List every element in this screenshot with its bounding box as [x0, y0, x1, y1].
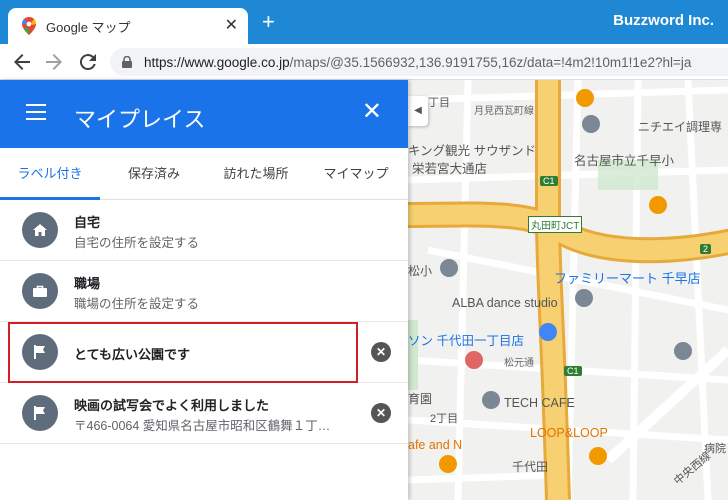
tab-title: Google マップ: [46, 19, 131, 35]
place-name: 映画の試写会でよく利用しました: [74, 398, 270, 413]
home-icon: [22, 212, 58, 248]
map-label: 松元通: [504, 358, 534, 369]
window-label: Buzzword Inc.: [613, 12, 714, 29]
panel-header: マイプレイス ✕: [0, 80, 408, 148]
place-address: 〒466-0064 愛知県名古屋市昭和区鶴舞１丁…: [74, 419, 331, 433]
highlight-box: [8, 322, 358, 383]
list-item-work[interactable]: 職場 職場の住所を設定する: [0, 261, 408, 322]
close-panel-button[interactable]: ✕: [362, 100, 382, 124]
lock-icon: [122, 56, 132, 68]
map-label: ソン 千代田一丁目店: [408, 334, 524, 348]
collapse-panel-button[interactable]: ◀: [408, 96, 428, 126]
map-label: 育園: [408, 392, 433, 406]
browser-tab[interactable]: Google マップ ✕: [8, 8, 248, 44]
map-label: afe and N: [408, 438, 463, 452]
route-shield: 2: [700, 244, 712, 254]
route-shield: C1: [540, 176, 558, 186]
map-label: LOOP&LOOP: [530, 426, 608, 440]
reload-icon[interactable]: [76, 50, 100, 74]
list-item-theater[interactable]: 映画の試写会でよく利用しました 〒466-0064 愛知県名古屋市昭和区鶴舞１丁…: [0, 383, 408, 444]
tab-labeled[interactable]: ラベル付き: [0, 148, 100, 200]
map-label: 松小: [408, 264, 433, 278]
map-label: TECH CAFE: [504, 396, 575, 410]
map-label: 月見西瓦町線: [474, 106, 534, 117]
map-label: 千代田: [512, 460, 549, 474]
place-address: 職場の住所を設定する: [74, 297, 200, 311]
tab-close-button[interactable]: ✕: [225, 17, 238, 35]
new-tab-button[interactable]: +: [262, 11, 275, 33]
place-address: 自宅の住所を設定する: [74, 236, 200, 250]
map-label: ニチエイ調理専: [638, 120, 723, 134]
address-bar: https://www.google.co.jp/maps/@35.156693…: [0, 44, 728, 80]
map-label: 名古屋市立千早小: [574, 154, 675, 168]
map-label: ファミリーマート 千早店: [554, 271, 701, 286]
place-name: 職場: [74, 276, 101, 291]
tab-saved[interactable]: 保存済み: [100, 148, 208, 199]
places-tabs: ラベル付き 保存済み 訪れた場所 マイマップ: [0, 148, 408, 200]
place-name: 自宅: [74, 215, 101, 230]
forward-arrow-icon[interactable]: [42, 50, 66, 74]
tab-my-maps[interactable]: マイマップ: [304, 148, 408, 199]
url-domain: https://www.google.co.jp: [144, 54, 290, 70]
briefcase-icon: [22, 273, 58, 309]
back-arrow-icon[interactable]: [10, 50, 34, 74]
menu-icon[interactable]: [26, 104, 46, 120]
my-places-panel: マイプレイス ✕ ラベル付き 保存済み 訪れた場所 マイマップ 自宅 自宅の住所…: [0, 80, 408, 500]
google-maps-icon: [22, 17, 36, 35]
url-path: /maps/@35.1566932,136.9191755,16z/data=!…: [289, 54, 692, 70]
route-shield: C1: [564, 366, 582, 376]
map-label: 栄若宮大通店: [412, 162, 488, 176]
flag-icon: [22, 395, 58, 431]
panel-title: マイプレイス: [74, 107, 206, 132]
map-label: 2丁目: [430, 413, 459, 425]
map-label: ALBA dance studio: [452, 296, 558, 310]
list-item-home[interactable]: 自宅 自宅の住所を設定する: [0, 200, 408, 261]
map-canvas[interactable]: 丁目 月見西瓦町線 ニチエイ調理専 キング観光 サウザンド 栄若宮大通店 名古屋…: [408, 80, 728, 500]
tab-visited[interactable]: 訪れた場所: [208, 148, 304, 199]
url-field[interactable]: https://www.google.co.jp/maps/@35.156693…: [110, 48, 728, 76]
map-label: キング観光 サウザンド: [408, 144, 537, 158]
browser-titlebar: Google マップ ✕ + Buzzword Inc.: [0, 0, 728, 44]
map-label: 病院: [704, 443, 726, 455]
map-label: 丁目: [428, 97, 450, 109]
delete-label-button[interactable]: ✕: [371, 342, 391, 362]
junction-label: 丸田町JCT: [528, 216, 583, 233]
delete-label-button[interactable]: ✕: [371, 403, 391, 423]
